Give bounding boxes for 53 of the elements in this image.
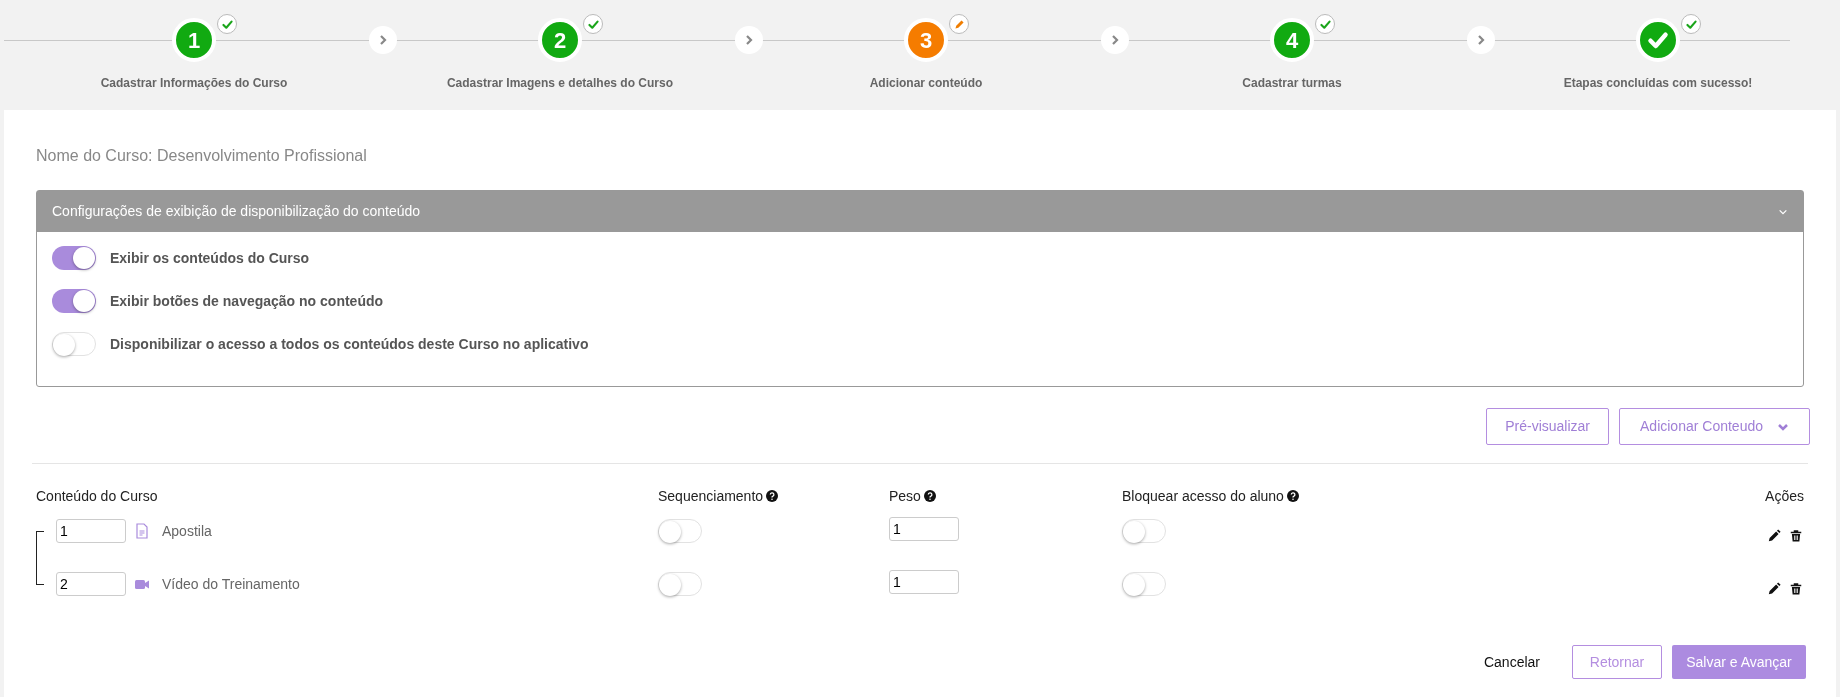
weight-field[interactable]: 1	[889, 517, 959, 541]
chevron-icon	[1467, 26, 1495, 54]
content-title: Apostila	[162, 521, 212, 541]
toggle-switch[interactable]	[52, 332, 96, 356]
toggle-switch[interactable]	[52, 289, 96, 313]
step-indicator[interactable]: 3	[904, 18, 948, 62]
sequence-bracket	[36, 531, 44, 585]
order-field[interactable]: 2	[56, 572, 126, 596]
dropdown-button[interactable]: Adicionar Conteudo	[1619, 408, 1810, 445]
toggle-switch[interactable]	[1122, 519, 1166, 543]
delete-button[interactable]	[1790, 582, 1802, 595]
weight-field[interactable]: 1	[889, 570, 959, 594]
step-label: Cadastrar turmas	[1242, 75, 1342, 92]
toggle-switch[interactable]	[1122, 572, 1166, 596]
panel-title: Configurações de exibição de disponibilização do conteúdo	[52, 202, 421, 221]
trash-icon	[1790, 582, 1802, 595]
delete-button[interactable]	[1790, 529, 1802, 542]
edit-button[interactable]	[1768, 582, 1781, 595]
chevron-icon	[1101, 26, 1129, 54]
chevron-icon	[369, 26, 397, 54]
document-icon	[134, 523, 150, 539]
option-label: Exibir botões de navegação no conteúdo	[110, 291, 384, 311]
content-title: Vídeo do Treinamento	[162, 574, 300, 594]
toggle-switch[interactable]	[52, 246, 96, 270]
step-label: Adicionar conteúdo	[869, 75, 983, 92]
step-indicator[interactable]: 4	[1270, 18, 1314, 62]
pencil-icon	[1768, 529, 1781, 542]
edit-button[interactable]	[1768, 529, 1781, 542]
toggle-switch[interactable]	[658, 572, 702, 596]
save-button[interactable]: Salvar e Avançar	[1672, 645, 1806, 679]
column-header: Bloquear acesso do aluno	[1122, 486, 1284, 506]
step-indicator[interactable]: 1	[172, 18, 216, 62]
column-header: Sequenciamento	[658, 486, 764, 506]
back-button[interactable]: Retornar	[1572, 645, 1662, 679]
step-indicator[interactable]	[1636, 18, 1680, 62]
panel-header[interactable]: Configurações de exibição de disponibilização do conteúdo	[37, 191, 1803, 232]
preview-button[interactable]: Pré-visualizar	[1486, 408, 1609, 445]
column-header: Conteúdo do Curso	[36, 486, 158, 506]
course-name: Nome do Curso: Desenvolvimento Profissional	[35, 146, 368, 166]
step-label: Etapas concluídas com sucesso!	[1563, 75, 1753, 92]
cancel-button[interactable]: Cancelar	[1473, 645, 1550, 679]
pencil-icon	[1768, 582, 1781, 595]
column-header: Peso	[889, 486, 921, 506]
step-indicator[interactable]: 2	[538, 18, 582, 62]
column-header: Ações	[1765, 486, 1804, 506]
step-label: Cadastrar Informações do Curso	[100, 75, 288, 92]
option-label: Exibir os conteúdos do Curso	[110, 248, 310, 268]
toggle-switch[interactable]	[658, 519, 702, 543]
chevron-icon	[735, 26, 763, 54]
step-label: Cadastrar Imagens e detalhes do Curso	[446, 75, 674, 92]
trash-icon	[1790, 529, 1802, 542]
option-label: Disponibilizar o acesso a todos os conteúdos deste Curso no aplicativo	[110, 334, 589, 354]
order-field[interactable]: 1	[56, 519, 126, 543]
